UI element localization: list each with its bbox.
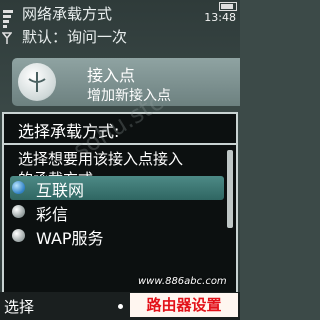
option-label: 彩信 (36, 205, 69, 224)
antenna-icon (2, 32, 12, 44)
option-label: WAP服务 (36, 229, 104, 248)
clock-time: 13:48 (204, 11, 236, 24)
signal-strength-icon (3, 10, 13, 50)
option-label: 互联网 (36, 181, 85, 200)
option-internet[interactable]: 互联网 (10, 176, 224, 200)
dialog-divider (4, 143, 236, 145)
watermark-site-name: 路由器设置 (130, 293, 238, 317)
phone-screen: 网络承载方式 13:48 默认：询问一次 接入点 增加新接入点 选择承载方式: … (0, 0, 240, 320)
dialog-scrollbar[interactable] (227, 150, 233, 290)
default-setting-value[interactable]: 默认：询问一次 (22, 26, 127, 47)
option-mms[interactable]: 彩信 (10, 200, 224, 224)
wap-icon (12, 229, 25, 242)
page-title: 网络承载方式 (22, 5, 113, 23)
select-softkey[interactable]: 选择 (4, 296, 34, 317)
access-point-icon (18, 63, 56, 101)
access-point-list-item[interactable]: 接入点 增加新接入点 (12, 58, 240, 106)
battery-icon (219, 2, 237, 11)
mms-icon (12, 205, 25, 218)
center-key-dot-icon[interactable] (118, 304, 123, 309)
access-point-title: 接入点 (87, 66, 136, 85)
option-wap[interactable]: WAP服务 (10, 224, 224, 248)
watermark-url: www.886abc.com (138, 276, 227, 287)
globe-icon (12, 181, 25, 194)
scrollbar-thumb[interactable] (227, 150, 233, 228)
